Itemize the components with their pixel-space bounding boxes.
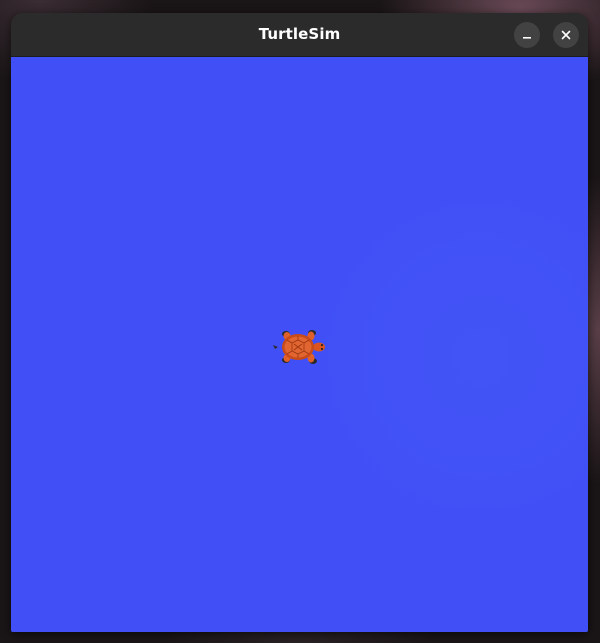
title-bar[interactable]: TurtleSim bbox=[11, 13, 588, 57]
minimize-button[interactable] bbox=[514, 22, 540, 48]
close-button[interactable] bbox=[553, 22, 579, 48]
window-title: TurtleSim bbox=[258, 25, 341, 43]
turtle-canvas[interactable] bbox=[11, 57, 588, 632]
turtlesim-window: TurtleSim bbox=[11, 13, 588, 632]
minimize-icon bbox=[523, 37, 531, 39]
turtle-icon bbox=[273, 330, 325, 364]
close-icon bbox=[561, 30, 571, 40]
